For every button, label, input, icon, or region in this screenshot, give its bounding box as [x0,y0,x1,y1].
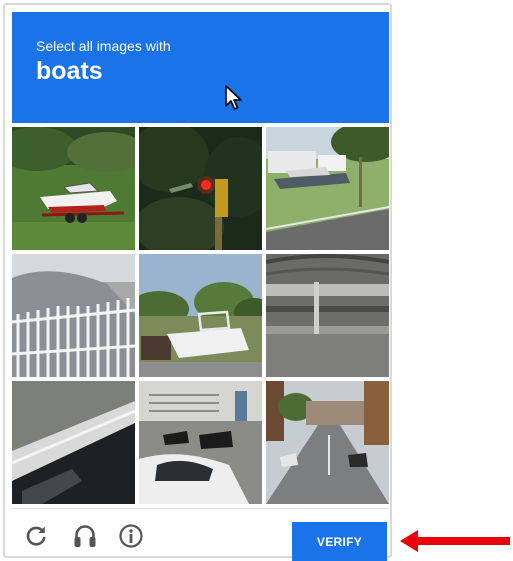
image-tile-6[interactable] [266,254,389,377]
red-arrow-icon [400,530,510,552]
challenge-target: boats [36,57,103,85]
boat-in-yard-image [139,254,262,377]
traffic-light-image [139,127,262,250]
image-tile-2[interactable] [139,127,262,250]
image-tile-7[interactable] [12,381,135,504]
image-tile-8[interactable] [139,381,262,504]
fence-image [12,254,135,377]
motorcycles-image [139,381,262,504]
car-roof-image [12,381,135,504]
boat-on-trailer-image [266,127,389,250]
boat-on-trailer-image [12,127,135,250]
captcha-footer: VERIFY [12,508,389,561]
image-tile-4[interactable] [12,254,135,377]
reload-icon[interactable] [23,523,49,549]
image-tile-5[interactable] [139,254,262,377]
challenge-header: Select all images with boats [12,12,389,123]
info-icon[interactable] [118,523,144,549]
image-tile-3[interactable] [266,127,389,250]
image-tile-9[interactable] [266,381,389,504]
image-grid [12,127,389,504]
audio-challenge-icon[interactable] [72,523,98,549]
parking-garage-image [266,254,389,377]
verify-button[interactable]: VERIFY [292,522,387,561]
image-tile-1[interactable] [12,127,135,250]
mouse-cursor-icon [225,85,242,110]
street-image [266,381,389,504]
challenge-prompt: Select all images with [36,38,171,54]
